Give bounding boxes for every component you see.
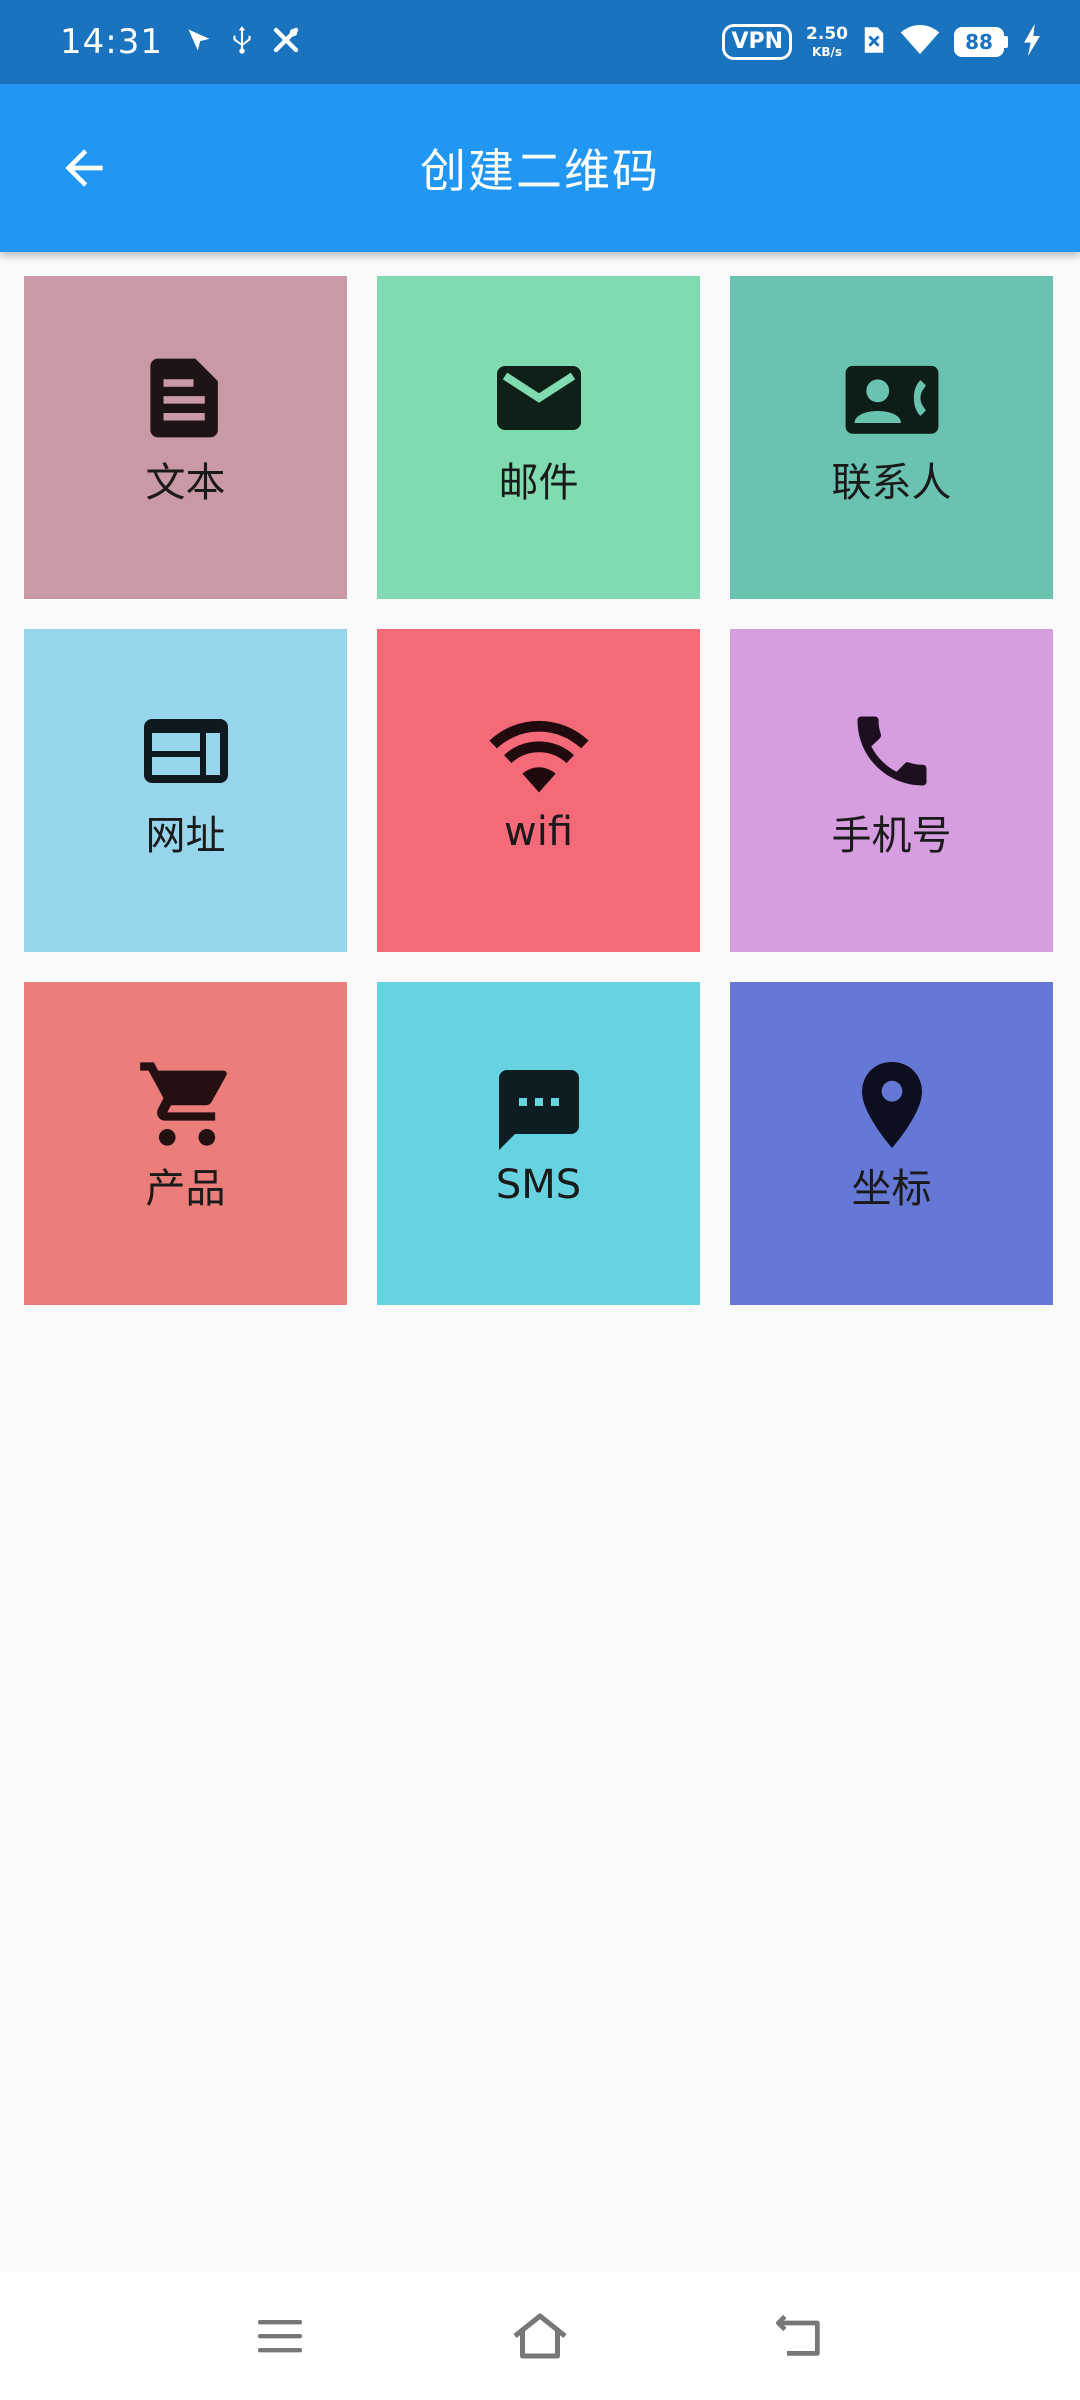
battery-level: 88 [954,27,1004,57]
status-icons-left [185,25,301,59]
usb-icon [229,25,255,59]
tile-phone[interactable]: 手机号 [730,629,1053,952]
mail-icon [489,348,589,448]
charging-icon [1022,24,1042,60]
tools-icon [271,25,301,59]
net-speed-unit: KB/s [812,45,843,59]
tile-label: 网址 [145,812,226,859]
wifi-icon [900,24,940,60]
net-speed: 2.50 KB/s [806,24,848,59]
back-nav-button[interactable] [760,2296,840,2376]
tile-sms[interactable]: SMS [377,982,700,1305]
tile-label: 邮件 [498,459,579,506]
qr-type-grid: 文本 邮件 联系人 网址 wifi 手机号 产品 SMS 坐标 [24,276,1056,1305]
page-title: 创建二维码 [420,144,660,198]
back-icon [775,2314,820,2356]
wifi-icon [488,707,589,807]
tile-wifi[interactable]: wifi [377,629,700,952]
status-time: 14:31 [60,22,163,62]
arrow-left-icon [65,149,103,187]
tile-label: 产品 [145,1165,226,1212]
net-speed-value: 2.50 [806,24,848,44]
battery-tip [1004,36,1008,48]
phone-icon [842,701,942,801]
tile-label: wifi [503,808,574,855]
tile-label: 坐标 [851,1165,932,1212]
home-button[interactable] [500,2296,580,2376]
text-document-icon [136,348,236,448]
tile-product[interactable]: 产品 [24,982,347,1305]
sim-blocked-icon [862,25,886,59]
tile-label: 手机号 [831,812,952,859]
sms-icon [489,1060,589,1160]
tile-label: SMS [495,1161,582,1208]
status-right: VPN 2.50 KB/s 88 [722,24,1042,60]
location-pin-icon [842,1054,942,1154]
back-button[interactable] [50,134,118,202]
menu-icon [258,2320,302,2353]
tile-contact[interactable]: 联系人 [730,276,1053,599]
send-icon [185,26,213,58]
tile-label: 联系人 [831,459,952,506]
contact-phone-icon [842,348,942,448]
app-bar: 创建二维码 [0,84,1080,252]
vpn-icon: VPN [722,24,793,60]
status-left: 14:31 [60,22,301,62]
tile-mail[interactable]: 邮件 [377,276,700,599]
system-nav-bar [0,2272,1080,2400]
home-icon [513,2313,567,2359]
shopping-cart-icon [136,1054,236,1154]
tile-text[interactable]: 文本 [24,276,347,599]
tile-location[interactable]: 坐标 [730,982,1053,1305]
battery-icon: 88 [954,27,1008,57]
web-icon [136,701,236,801]
tile-label: 文本 [145,459,226,506]
tile-url[interactable]: 网址 [24,629,347,952]
menu-button[interactable] [240,2296,320,2376]
status-bar: 14:31 VPN 2.50 KB/s 88 [0,0,1080,84]
